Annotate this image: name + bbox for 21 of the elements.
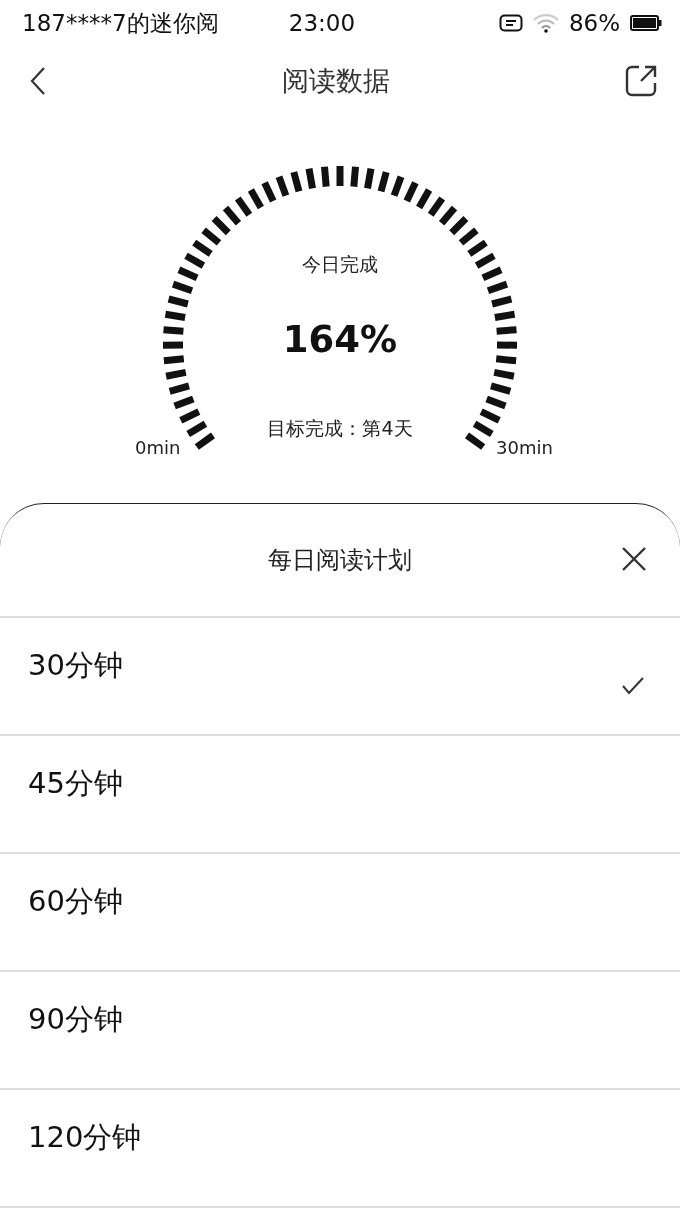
plan-option[interactable]: 30分钟 bbox=[0, 618, 680, 736]
carrier-text: 187****7的迷你阅 bbox=[22, 8, 220, 38]
message-icon bbox=[498, 14, 523, 32]
gauge-value: 164% bbox=[282, 318, 398, 361]
max-label: 30min bbox=[496, 437, 553, 458]
plan-option[interactable]: 120分钟 bbox=[0, 1090, 680, 1208]
plan-option[interactable]: 90分钟 bbox=[0, 972, 680, 1090]
gauge-caption: 今日完成 bbox=[302, 253, 378, 275]
plan-option[interactable]: 45分钟 bbox=[0, 736, 680, 854]
close-button[interactable] bbox=[620, 545, 648, 573]
wifi-icon bbox=[532, 13, 559, 33]
min-label: 0min bbox=[135, 437, 181, 458]
sheet-title: 每日阅读计划 bbox=[268, 545, 412, 576]
clock-text: 23:00 bbox=[287, 10, 357, 36]
battery-percent: 86% bbox=[568, 10, 620, 36]
battery-icon bbox=[630, 15, 662, 31]
share-button[interactable] bbox=[624, 64, 658, 98]
goal-text: 目标完成：第4天 bbox=[267, 417, 413, 439]
plan-option[interactable]: 60分钟 bbox=[0, 854, 680, 972]
page-title: 阅读数据 bbox=[282, 64, 390, 98]
back-button[interactable] bbox=[28, 65, 48, 97]
